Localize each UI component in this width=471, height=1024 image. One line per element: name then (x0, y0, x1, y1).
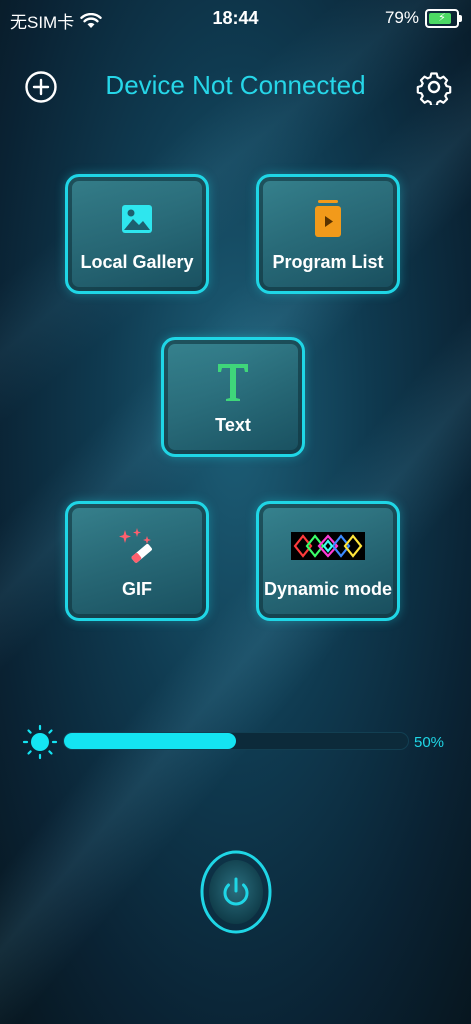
dynamic-mode-button[interactable]: Dynamic mode (256, 501, 400, 621)
text-button[interactable]: Text (161, 337, 305, 457)
dynamic-pattern-icon (291, 531, 365, 560)
tile-label-local-gallery: Local Gallery (80, 251, 194, 272)
local-gallery-button[interactable]: Local Gallery (65, 174, 209, 294)
page-title: Device Not Connected (105, 70, 366, 100)
charging-bolt-icon: ⚡ (438, 11, 446, 24)
text-icon (218, 363, 248, 401)
image-icon (122, 204, 152, 233)
tile-label-program-list: Program List (272, 251, 384, 272)
power-button[interactable] (200, 850, 272, 934)
sun-icon (22, 724, 58, 760)
battery-icon: ⚡ (425, 8, 462, 28)
magic-wand-icon (119, 527, 152, 563)
playlist-icon (315, 199, 341, 237)
gear-icon (416, 72, 452, 105)
tile-label-gif: GIF (122, 578, 152, 599)
brightness-value: 50% (414, 734, 445, 751)
brightness-slider-fill (64, 733, 236, 749)
tile-label-text: Text (215, 414, 251, 435)
program-list-button[interactable]: Program List (256, 174, 400, 294)
gif-button[interactable]: GIF (65, 501, 209, 621)
tile-label-dynamic-mode: Dynamic mode (263, 578, 393, 599)
brightness-slider[interactable] (63, 732, 409, 750)
settings-button[interactable] (416, 69, 452, 105)
battery-percent: 79% (384, 8, 419, 27)
status-bar: 无SIM卡 18:44 79% ⚡ (0, 0, 471, 40)
status-right: 79% ⚡ (384, 8, 462, 28)
